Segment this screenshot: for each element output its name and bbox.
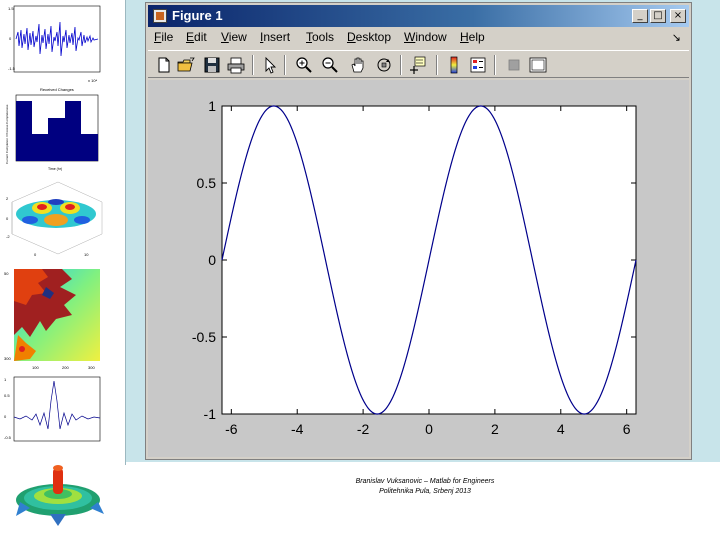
y-tick-label: 1 — [208, 98, 216, 114]
minimize-button[interactable]: _ — [632, 9, 648, 23]
y-tick-label: -1 — [204, 406, 217, 422]
maximize-button[interactable]: □ — [650, 9, 666, 23]
svg-text:0: 0 — [9, 36, 12, 41]
y-tick-label: -0.5 — [192, 329, 216, 345]
window-title: Figure 1 — [172, 8, 223, 23]
thumbnail-fractal-plot: 50 300 100 200 300 — [4, 269, 100, 370]
footer-credit: Branislav Vuksanovic – Matlab for Engine… — [300, 477, 550, 497]
footer-line-author: Branislav Vuksanovic – Matlab for Engine… — [355, 478, 495, 485]
thumbnail-histogram-ylabel: Current Completion / Process Completenes… — [5, 104, 9, 164]
thumbnail-histogram-xlabel: Time (hr) — [48, 167, 62, 171]
x-tick-label: 2 — [491, 421, 499, 437]
thumbnail-signal-xlabel: x 10⁴ — [88, 78, 98, 83]
svg-text:200: 200 — [62, 365, 69, 370]
thumbnail-3d-surface: 2 0 -2 0 10 — [4, 172, 106, 262]
data-cursor-icon[interactable] — [408, 55, 428, 75]
thumbnail-fractal: 50 300 100 200 300 — [2, 265, 104, 373]
menu-tools[interactable]: Tools — [306, 30, 334, 44]
new-file-icon[interactable] — [154, 55, 174, 75]
figure-icon — [153, 9, 167, 23]
x-tick-label: 0 — [425, 421, 433, 437]
sine-chart: 1 0.5 0 -0.5 -1 -6 -4 -2 0 2 4 6 — [192, 98, 637, 437]
menu-view[interactable]: View — [221, 30, 247, 44]
toolbar-separator — [400, 55, 402, 75]
x-tick-label: -4 — [291, 421, 304, 437]
svg-text:1.5: 1.5 — [8, 6, 14, 11]
thumbnail-histogram-plot: Received Changes Current Completion / Pr… — [5, 87, 99, 171]
svg-text:300: 300 — [88, 365, 95, 370]
legend-icon[interactable] — [468, 55, 488, 75]
svg-text:0.5: 0.5 — [4, 393, 10, 398]
zoom-out-icon[interactable] — [320, 55, 340, 75]
title-bar[interactable]: Figure 1 _ □ × — [148, 5, 689, 27]
toolbar-separator — [436, 55, 438, 75]
hide-plot-tools-icon[interactable] — [504, 55, 524, 75]
colorbar-icon[interactable] — [444, 55, 464, 75]
svg-text:300: 300 — [4, 356, 11, 361]
toolbar-separator — [252, 55, 254, 75]
thumbnail-histogram-title: Received Changes — [40, 87, 74, 92]
svg-text:50: 50 — [4, 271, 9, 276]
save-icon[interactable] — [202, 55, 222, 75]
svg-text:0: 0 — [4, 414, 7, 419]
close-button[interactable]: × — [670, 9, 686, 23]
menu-bar: File Edit View Insert Tools Desktop Wind… — [148, 28, 689, 48]
svg-text:10: 10 — [84, 252, 89, 257]
slide: 1.5 0 -1.5 x 10⁴ Received Changes Curren… — [0, 0, 720, 540]
menu-desktop[interactable]: Desktop — [347, 30, 391, 44]
dock-arrow-icon[interactable]: ↘ — [672, 31, 681, 44]
toolbar-separator — [494, 55, 496, 75]
svg-text:1: 1 — [4, 377, 7, 382]
svg-text:2: 2 — [6, 196, 9, 201]
pan-hand-icon[interactable] — [348, 55, 368, 75]
print-icon[interactable] — [226, 55, 246, 75]
menu-file[interactable]: File — [154, 30, 173, 44]
open-folder-icon[interactable] — [176, 55, 196, 75]
y-tick-label: 0 — [208, 252, 216, 268]
svg-text:0: 0 — [6, 216, 9, 221]
panel-divider — [126, 462, 720, 465]
menu-help[interactable]: Help — [460, 30, 485, 44]
figure-window[interactable]: Figure 1 _ □ × File Edit View Insert Too… — [145, 2, 692, 460]
x-tick-label: 6 — [623, 421, 631, 437]
svg-text:-1.5: -1.5 — [8, 66, 16, 71]
thumbnail-sinc-plot: 1 0.5 0 -0.5 — [4, 376, 101, 442]
show-plot-tools-icon[interactable] — [528, 55, 548, 75]
y-tick-label: 0.5 — [197, 175, 217, 191]
menu-insert[interactable]: Insert — [260, 30, 290, 44]
toolbar-separator — [284, 55, 286, 75]
rotate-3d-icon[interactable] — [374, 55, 394, 75]
toolbar — [148, 50, 689, 78]
svg-text:-2: -2 — [6, 234, 10, 239]
footer-line-institution: Politehnika Pula, Srbenj 2013 — [379, 488, 471, 495]
plot-area[interactable]: 1 0.5 0 -0.5 -1 -6 -4 -2 0 2 4 6 — [148, 80, 689, 457]
thumbnail-sinc: 1 0.5 0 -0.5 — [2, 373, 104, 453]
x-tick-label: 4 — [557, 421, 565, 437]
pointer-icon[interactable] — [260, 55, 280, 75]
svg-text:-0.5: -0.5 — [4, 435, 12, 440]
menu-edit[interactable]: Edit — [186, 30, 207, 44]
svg-text:100: 100 — [32, 365, 39, 370]
thumbnail-3d-surface-plot: 2 0 -2 0 10 — [6, 181, 103, 257]
x-tick-label: -2 — [357, 421, 370, 437]
svg-text:0: 0 — [34, 252, 37, 257]
thumbnail-signal: 1.5 0 -1.5 x 10⁴ — [4, 2, 104, 87]
menu-window[interactable]: Window — [404, 30, 447, 44]
thumbnail-histogram: Received Changes Current Completion / Pr… — [2, 86, 104, 172]
thumbnail-3d-peak — [10, 460, 110, 528]
thumbnail-strip: 1.5 0 -1.5 x 10⁴ Received Changes Curren… — [0, 0, 125, 540]
x-tick-label: -6 — [225, 421, 238, 437]
thumbnail-3d-peak-plot — [16, 465, 104, 526]
thumbnail-signal-plot: 1.5 0 -1.5 x 10⁴ — [8, 5, 101, 83]
zoom-in-icon[interactable] — [294, 55, 314, 75]
